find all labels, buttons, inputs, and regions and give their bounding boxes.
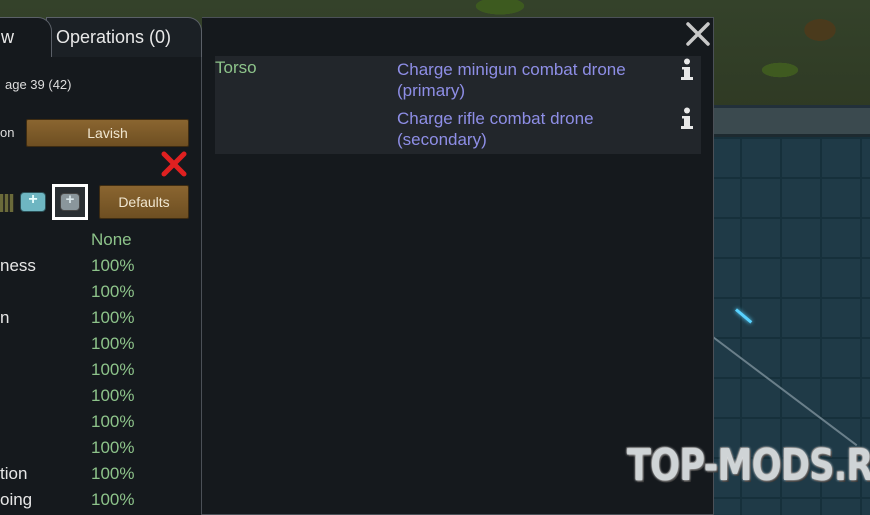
capacity-value: 100% <box>91 282 135 301</box>
capacity-row: 100% <box>0 334 200 360</box>
capacity-value: 100% <box>91 490 135 509</box>
red-x-icon[interactable] <box>160 150 188 178</box>
capacity-row: 100% <box>0 412 200 438</box>
capacity-value: 100% <box>91 334 135 353</box>
defaults-button[interactable]: Defaults <box>99 185 189 219</box>
body-part-name: Torso <box>215 58 257 77</box>
capacity-row: 100% <box>0 282 200 308</box>
body-part-table: Torso Charge minigun combat drone (prima… <box>215 56 701 154</box>
capacity-row: 100% <box>0 360 200 386</box>
drug-policy-icon[interactable] <box>0 194 14 212</box>
capacity-label: tion <box>0 464 28 483</box>
capacity-row: oing 100% <box>0 490 200 515</box>
capacity-label: ness <box>0 256 36 275</box>
capacity-row: n 100% <box>0 308 200 334</box>
capacity-value: 100% <box>91 386 135 405</box>
wall-segment <box>700 105 870 137</box>
capacity-row: 100% <box>0 386 200 412</box>
capacity-value: 100% <box>91 360 135 379</box>
age-text: age 39 (42) <box>5 77 72 92</box>
hediff-entry[interactable]: Charge minigun combat drone (primary) <box>397 59 677 101</box>
tab-overview[interactable]: w <box>0 17 52 57</box>
capacity-label: oing <box>0 490 33 509</box>
medicine-icon[interactable] <box>20 191 46 212</box>
close-icon[interactable] <box>684 20 712 48</box>
capacities-header: None <box>0 230 200 256</box>
capacity-label: n <box>0 308 10 327</box>
capacity-row: tion 100% <box>0 464 200 490</box>
food-restriction-label: on <box>0 125 15 140</box>
hediff-entry[interactable]: Charge rifle combat drone (secondary) <box>397 108 677 150</box>
info-icon[interactable] <box>680 107 694 131</box>
capacity-value: 100% <box>91 412 135 431</box>
watermark: TOP-MODS.RU <box>627 440 870 491</box>
capacity-value: 100% <box>91 464 135 483</box>
tab-operations[interactable]: Operations (0) <box>46 17 202 57</box>
capacity-row: ness 100% <box>0 256 200 282</box>
medicine-icon <box>60 191 80 211</box>
capacity-value: 100% <box>91 256 135 275</box>
capacity-row: 100% <box>0 438 200 464</box>
food-restriction-button[interactable]: Lavish <box>26 119 189 147</box>
info-icon[interactable] <box>680 58 694 82</box>
selected-medicine-icon[interactable] <box>52 184 88 220</box>
capacity-value: 100% <box>91 438 135 457</box>
capacity-header-value: None <box>91 230 132 249</box>
capacity-value: 100% <box>91 308 135 327</box>
